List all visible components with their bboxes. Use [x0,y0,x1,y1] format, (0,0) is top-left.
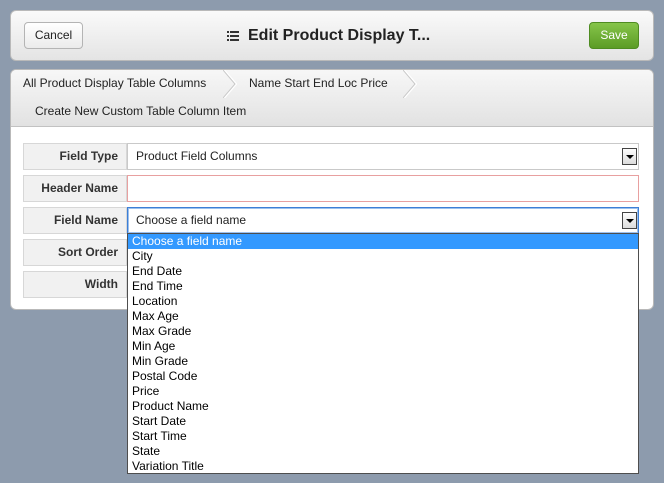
width-label: Width [23,271,127,298]
list-icon [227,31,239,41]
field-type-select[interactable]: Product Field Columns [127,143,639,170]
field-name-dropdown-list[interactable]: Choose a field name City End Date End Time L… [127,233,639,474]
field-type-row: Field Type Product Field Columns [23,143,639,170]
field-type-label: Field Type [23,143,127,170]
dropdown-option[interactable]: Postal Code [128,369,638,384]
dropdown-option[interactable]: End Date [128,264,638,279]
breadcrumb-separator-icon [403,70,417,98]
dropdown-option[interactable]: Max Grade [128,324,638,339]
field-name-select[interactable]: Choose a field name [127,207,639,234]
dropdown-option[interactable]: Max Age [128,309,638,324]
save-button[interactable]: Save [589,22,639,49]
dropdown-option[interactable]: Start Time [128,429,638,444]
field-name-row: Field Name Choose a field name [23,207,639,234]
dropdown-option[interactable]: Start Date [128,414,638,429]
cancel-button[interactable]: Cancel [24,22,83,49]
header-name-row: Header Name [23,175,639,202]
dropdown-option[interactable]: Min Age [128,339,638,354]
header-name-input[interactable] [127,175,639,202]
breadcrumb-item-table[interactable]: Name Start End Loc Price [249,76,388,90]
dropdown-option[interactable]: Min Grade [128,354,638,369]
sort-order-label: Sort Order [23,239,127,266]
dropdown-arrow-icon[interactable] [622,212,637,229]
dropdown-option[interactable]: Location [128,294,638,309]
breadcrumb: All Product Display Table Columns Name S… [11,70,653,127]
dropdown-option[interactable]: Variation Title [128,459,638,473]
header-bar: Cancel Edit Product Display T... Save [10,10,654,61]
field-name-value: Choose a field name [136,213,247,227]
dropdown-arrow-icon[interactable] [622,148,637,165]
dropdown-option[interactable]: End Time [128,279,638,294]
dropdown-option[interactable]: Price [128,384,638,399]
page-title: Edit Product Display T... [248,27,431,44]
breadcrumb-item-create-new[interactable]: Create New Custom Table Column Item [35,104,246,118]
dropdown-option[interactable]: Choose a field name [128,234,638,249]
breadcrumb-separator-icon [223,70,237,98]
dropdown-option[interactable]: State [128,444,638,459]
dropdown-option[interactable]: City [128,249,638,264]
breadcrumb-item-all-columns[interactable]: All Product Display Table Columns [23,76,206,90]
field-type-value: Product Field Columns [136,149,258,163]
field-name-label: Field Name [23,207,127,234]
header-name-label: Header Name [23,175,127,202]
dropdown-option[interactable]: Product Name [128,399,638,414]
title-area: Edit Product Display T... [227,25,430,47]
